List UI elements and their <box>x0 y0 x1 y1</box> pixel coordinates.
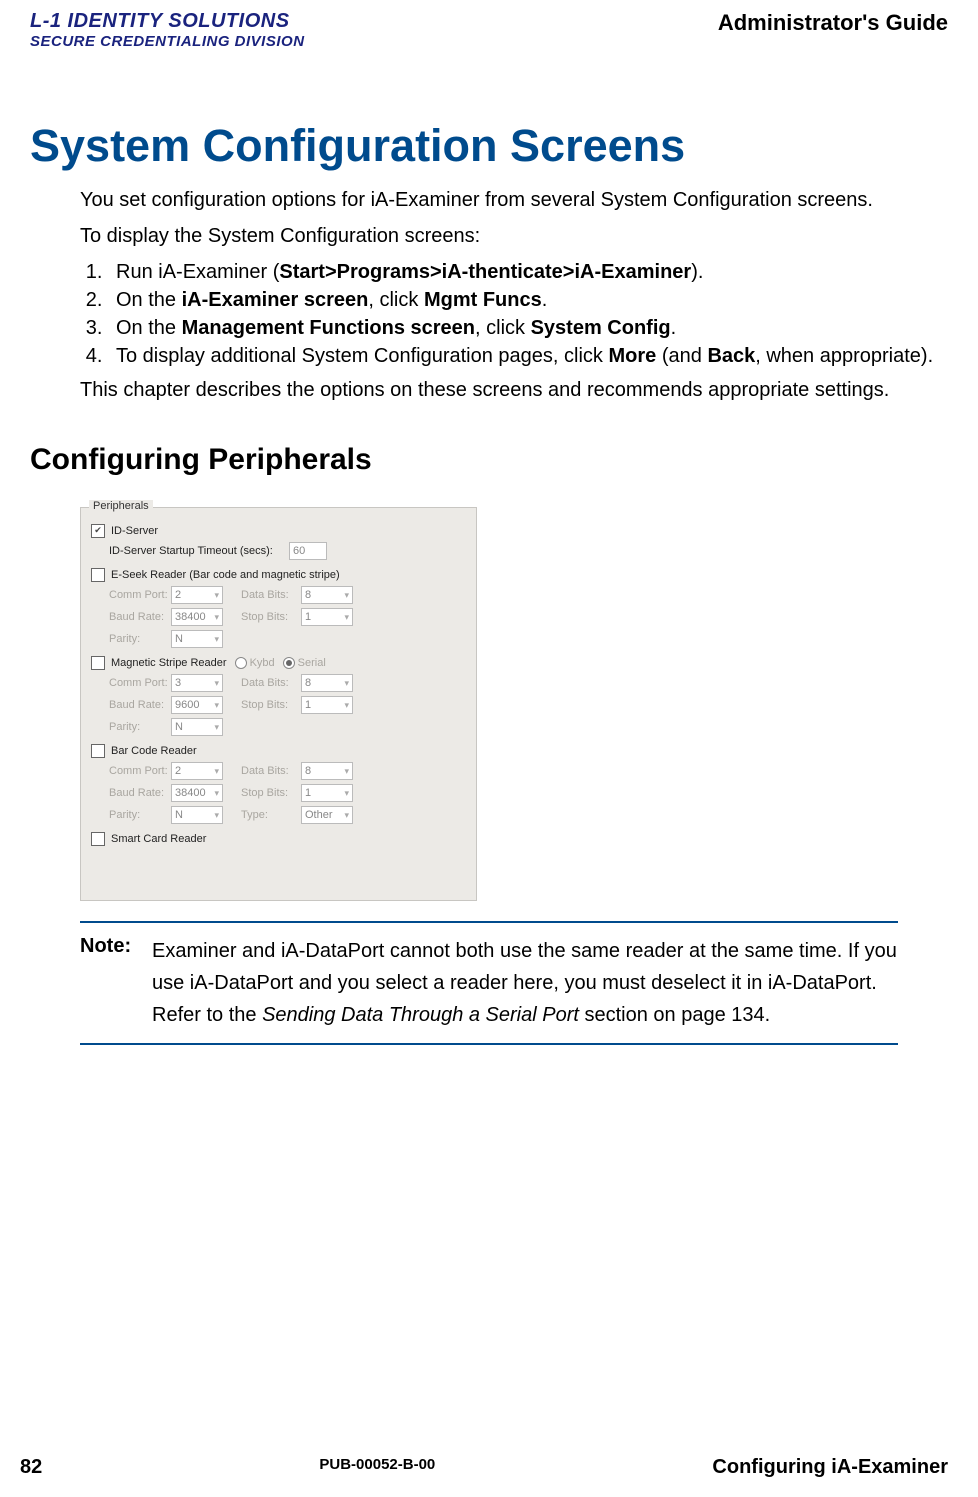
note-text: Examiner and iA-DataPort cannot both use… <box>152 935 898 1031</box>
bc-stopbits-label: Stop Bits: <box>241 787 301 799</box>
eseek-stopbits-label: Stop Bits: <box>241 611 301 623</box>
kybd-label: Kybd <box>250 657 275 669</box>
eseek-databits-label: Data Bits: <box>241 589 301 601</box>
guide-title: Administrator's Guide <box>718 10 948 36</box>
mag-commport-select[interactable]: 3 <box>171 674 223 692</box>
mag-baud-select[interactable]: 9600 <box>171 696 223 714</box>
bc-commport-select[interactable]: 2 <box>171 762 223 780</box>
bc-baud-label: Baud Rate: <box>109 787 171 799</box>
step-4: To display additional System Configurati… <box>108 343 938 369</box>
step-2: On the iA-Examiner screen, click Mgmt Fu… <box>108 287 938 313</box>
pub-id: PUB-00052-B-00 <box>319 1456 435 1479</box>
mag-commport-label: Comm Port: <box>109 677 171 689</box>
note-label: Note: <box>80 935 152 1031</box>
serial-label: Serial <box>298 657 326 669</box>
bc-databits-label: Data Bits: <box>241 765 301 777</box>
mag-stopbits-label: Stop Bits: <box>241 699 301 711</box>
logo-line2: SECURE CREDENTIALING DIVISION <box>30 33 305 50</box>
peripherals-panel: Peripherals ✔ ID-Server ID-Server Startu… <box>80 507 477 901</box>
eseek-commport-select[interactable]: 2 <box>171 586 223 604</box>
bc-type-label: Type: <box>241 809 301 821</box>
intro-paragraph-2: To display the System Configuration scre… <box>80 223 938 249</box>
magstripe-checkbox[interactable] <box>91 656 105 670</box>
intro-paragraph-3: This chapter describes the options on th… <box>80 377 938 403</box>
bc-databits-select[interactable]: 8 <box>301 762 353 780</box>
mag-parity-select[interactable]: N <box>171 718 223 736</box>
logo-line1: L-1 IDENTITY SOLUTIONS <box>30 10 305 33</box>
timeout-input[interactable]: 60 <box>289 542 327 560</box>
footer-section: Configuring iA-Examiner <box>712 1456 948 1479</box>
page-number: 82 <box>20 1456 42 1479</box>
eseek-commport-label: Comm Port: <box>109 589 171 601</box>
eseek-baud-select[interactable]: 38400 <box>171 608 223 626</box>
mag-baud-label: Baud Rate: <box>109 699 171 711</box>
idserver-checkbox[interactable]: ✔ <box>91 524 105 538</box>
mag-databits-label: Data Bits: <box>241 677 301 689</box>
step-3: On the Management Functions screen, clic… <box>108 315 938 341</box>
intro-paragraph-1: You set configuration options for iA-Exa… <box>80 187 938 213</box>
idserver-label: ID-Server <box>111 525 158 537</box>
eseek-parity-select[interactable]: N <box>171 630 223 648</box>
chapter-title: System Configuration Screens <box>30 120 948 172</box>
note-block: Note: Examiner and iA-DataPort cannot bo… <box>80 921 898 1045</box>
timeout-label: ID-Server Startup Timeout (secs): <box>109 545 289 557</box>
step-1: Run iA-Examiner (Start>Programs>iA-thent… <box>108 259 938 285</box>
bc-stopbits-select[interactable]: 1 <box>301 784 353 802</box>
serial-radio[interactable] <box>283 657 295 669</box>
bc-parity-select[interactable]: N <box>171 806 223 824</box>
eseek-checkbox[interactable] <box>91 568 105 582</box>
mag-stopbits-select[interactable]: 1 <box>301 696 353 714</box>
smartcard-label: Smart Card Reader <box>111 833 206 845</box>
page-header: L-1 IDENTITY SOLUTIONS SECURE CREDENTIAL… <box>0 0 978 50</box>
page-footer: 82 PUB-00052-B-00 Configuring iA-Examine… <box>20 1456 948 1479</box>
bc-parity-label: Parity: <box>109 809 171 821</box>
eseek-databits-select[interactable]: 8 <box>301 586 353 604</box>
magstripe-label: Magnetic Stripe Reader <box>111 657 227 669</box>
eseek-label: E-Seek Reader (Bar code and magnetic str… <box>111 569 340 581</box>
bc-commport-label: Comm Port: <box>109 765 171 777</box>
steps-list: Run iA-Examiner (Start>Programs>iA-thent… <box>80 259 938 369</box>
mag-parity-label: Parity: <box>109 721 171 733</box>
bc-type-select[interactable]: Other <box>301 806 353 824</box>
eseek-stopbits-select[interactable]: 1 <box>301 608 353 626</box>
barcode-checkbox[interactable] <box>91 744 105 758</box>
section-title: Configuring Peripherals <box>30 443 948 477</box>
eseek-parity-label: Parity: <box>109 633 171 645</box>
logo-block: L-1 IDENTITY SOLUTIONS SECURE CREDENTIAL… <box>30 10 305 50</box>
smartcard-checkbox[interactable] <box>91 832 105 846</box>
peripherals-frame-label: Peripherals <box>89 500 153 512</box>
barcode-label: Bar Code Reader <box>111 745 197 757</box>
eseek-baud-label: Baud Rate: <box>109 611 171 623</box>
bc-baud-select[interactable]: 38400 <box>171 784 223 802</box>
mag-databits-select[interactable]: 8 <box>301 674 353 692</box>
kybd-radio[interactable] <box>235 657 247 669</box>
